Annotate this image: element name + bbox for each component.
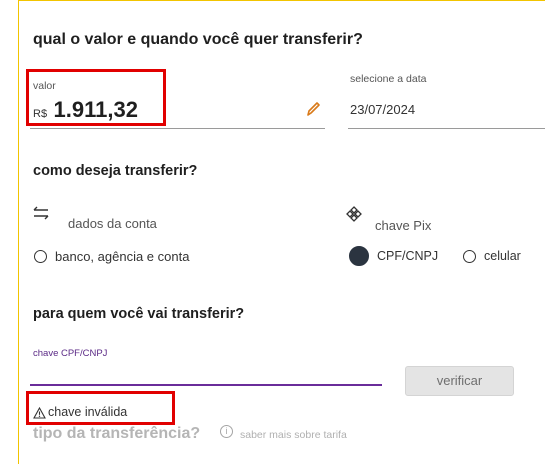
amount-highlight <box>26 69 166 126</box>
amount-underline <box>30 128 325 129</box>
section-title-recipient: para quem você vai transferir? <box>33 306 245 322</box>
radio-cpf-cnpj-selected[interactable] <box>349 246 369 266</box>
radio-phone[interactable] <box>463 250 476 263</box>
radio-bank-account[interactable] <box>34 250 47 263</box>
radio-phone-label[interactable]: celular <box>484 249 521 263</box>
section-title-how: como deseja transferir? <box>33 163 198 179</box>
date-label: selecione a data <box>350 73 427 85</box>
key-input-underline <box>30 384 382 386</box>
error-highlight <box>26 391 175 425</box>
date-input[interactable]: 23/07/2024 <box>350 102 415 117</box>
key-field-label: chave CPF/CNPJ <box>33 348 108 359</box>
option-pix-key[interactable]: chave Pix <box>375 218 431 233</box>
fee-info-link[interactable]: saber mais sobre tarifa <box>240 429 347 441</box>
info-icon[interactable]: i <box>220 425 233 438</box>
pix-icon <box>346 206 362 222</box>
section-title-amount-date: qual o valor e quando você quer transfer… <box>33 31 363 48</box>
verify-button[interactable]: verificar <box>405 366 514 396</box>
transfer-arrows-icon <box>31 205 51 221</box>
date-underline <box>348 128 545 129</box>
key-input[interactable] <box>30 362 380 384</box>
option-account-data[interactable]: dados da conta <box>68 216 157 231</box>
radio-bank-account-label[interactable]: banco, agência e conta <box>55 249 189 264</box>
pencil-icon[interactable] <box>305 100 321 118</box>
radio-cpf-cnpj-label[interactable]: CPF/CNPJ <box>377 249 438 263</box>
section-title-transfer-type: tipo da transferência? <box>33 425 201 442</box>
